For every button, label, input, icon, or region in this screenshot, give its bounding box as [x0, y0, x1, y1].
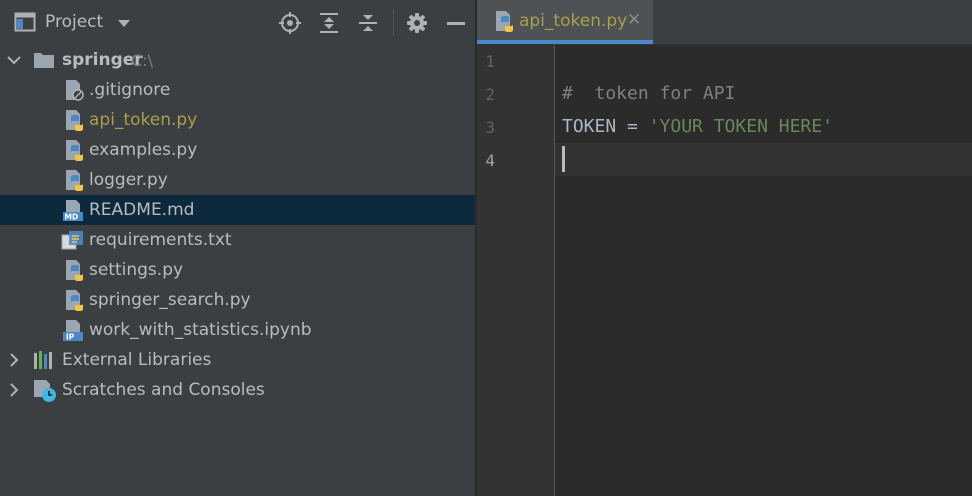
python-file-icon — [63, 259, 85, 281]
file-name: requirements.txt — [89, 230, 232, 250]
tree-file-api-token[interactable]: api_token.py — [0, 105, 475, 135]
code-string: 'YOUR TOKEN HERE' — [648, 116, 833, 137]
file-name: examples.py — [89, 140, 198, 160]
markdown-file-icon: MD — [63, 199, 85, 222]
line-number-gutter: 1 2 3 4 — [477, 44, 555, 496]
tree-file-requirements[interactable]: requirements.txt — [0, 225, 475, 255]
file-name: work_with_statistics.ipynb — [89, 320, 312, 340]
toolbar-separator — [393, 9, 394, 36]
line-number-current: 4 — [485, 151, 495, 170]
editor-area: api_token.py ✕ 1 2 3 4 # token for API T… — [477, 0, 972, 496]
minimize-icon[interactable] — [445, 12, 467, 34]
file-name: logger.py — [89, 170, 168, 190]
python-file-icon — [63, 109, 85, 131]
project-panel-header: Project — [0, 0, 475, 45]
tab-api-token-py[interactable]: api_token.py ✕ — [477, 0, 653, 44]
project-view-title[interactable]: Project — [45, 12, 103, 32]
chevron-down-icon[interactable] — [6, 52, 22, 68]
line-number: 1 — [485, 52, 495, 71]
current-line-highlight — [555, 143, 972, 176]
code-editor[interactable]: # token for API TOKEN = 'YOUR TOKEN HERE… — [555, 44, 972, 496]
tree-scratches-consoles[interactable]: Scratches and Consoles — [0, 375, 475, 405]
window-icon[interactable] — [14, 12, 36, 32]
library-icon — [33, 349, 55, 371]
scratches-icon — [33, 379, 56, 402]
file-name: springer_search.py — [89, 290, 251, 310]
collapse-all-icon[interactable] — [357, 12, 379, 34]
code-assignment: TOKEN = — [562, 116, 649, 137]
tree-file-settings[interactable]: settings.py — [0, 255, 475, 285]
svg-text:IP: IP — [66, 333, 75, 342]
code-comment: # token for API — [562, 83, 736, 104]
line-number: 2 — [485, 85, 495, 104]
project-tool-window: Project springer C:\ .gitignore api_toke… — [0, 0, 475, 496]
file-name: README.md — [89, 200, 195, 220]
tree-file-springer-search[interactable]: springer_search.py — [0, 285, 475, 315]
python-file-icon — [493, 10, 515, 32]
external-libraries-label: External Libraries — [62, 350, 212, 370]
gitignore-file-icon — [63, 79, 85, 101]
python-file-icon — [63, 289, 85, 311]
scratches-label: Scratches and Consoles — [62, 380, 265, 400]
expand-all-icon[interactable] — [318, 12, 340, 34]
tree-external-libraries[interactable]: External Libraries — [0, 345, 475, 375]
chevron-right-icon[interactable] — [6, 382, 22, 398]
requirements-file-icon — [61, 229, 83, 251]
file-name: api_token.py — [89, 110, 198, 130]
text-caret — [562, 146, 565, 172]
locate-icon[interactable] — [279, 12, 301, 34]
tree-file-gitignore[interactable]: .gitignore — [0, 75, 475, 105]
tree-file-readme[interactable]: MD README.md — [0, 195, 475, 225]
file-name: .gitignore — [89, 80, 171, 100]
tree-file-examples[interactable]: examples.py — [0, 135, 475, 165]
file-name: settings.py — [89, 260, 184, 280]
chevron-down-icon[interactable] — [116, 17, 132, 29]
tree-root-springer[interactable]: springer C:\ — [0, 45, 475, 75]
editor-tab-bar: api_token.py ✕ — [477, 0, 972, 45]
gear-icon[interactable] — [406, 12, 428, 34]
notebook-file-icon: IP — [63, 319, 85, 342]
tree-file-logger[interactable]: logger.py — [0, 165, 475, 195]
tab-label: api_token.py — [519, 11, 628, 31]
svg-text:MD: MD — [65, 213, 79, 222]
close-icon[interactable]: ✕ — [627, 10, 641, 30]
folder-icon — [33, 49, 55, 71]
line-number: 3 — [485, 118, 495, 137]
root-folder-path: C:\ — [131, 51, 153, 70]
code-line-3: TOKEN = 'YOUR TOKEN HERE' — [562, 116, 833, 137]
tree-file-notebook[interactable]: IP work_with_statistics.ipynb — [0, 315, 475, 345]
python-file-icon — [63, 139, 85, 161]
python-file-icon — [63, 169, 85, 191]
chevron-right-icon[interactable] — [6, 352, 22, 368]
